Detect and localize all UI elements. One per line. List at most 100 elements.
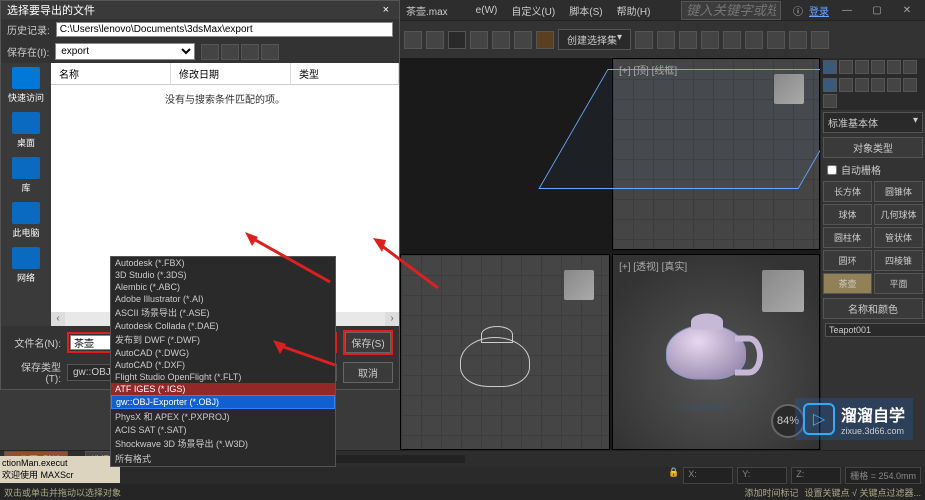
sidebar-libraries[interactable]: 库 [12, 157, 40, 194]
fmt-all[interactable]: 所有格式 [111, 451, 335, 466]
create-tab[interactable] [823, 60, 837, 74]
save-button[interactable]: 保存(S) [345, 332, 391, 353]
filetype-dropdown-list[interactable]: Autodesk (*.FBX) 3D Studio (*.3DS) Alemb… [110, 256, 336, 467]
maxscript-listener[interactable]: ctionMan.execut 欢迎使用 MAXScr [0, 456, 120, 483]
tool-icon[interactable] [514, 31, 532, 49]
tool-icon[interactable] [470, 31, 488, 49]
menu-window[interactable]: e(W) [470, 3, 504, 18]
name-color-rollout[interactable]: 名称和颜色 [823, 298, 923, 319]
close-window-button[interactable]: ✕ [895, 3, 919, 17]
menu-script[interactable]: 脚本(S) [563, 1, 608, 20]
display-tab[interactable] [887, 60, 901, 74]
newfolder-icon[interactable] [241, 44, 259, 60]
coord-x[interactable]: X: [683, 467, 733, 484]
view-cube[interactable] [774, 74, 804, 104]
fmt-ai[interactable]: Adobe Illustrator (*.AI) [111, 293, 335, 305]
geosphere-button[interactable]: 几何球体 [874, 204, 923, 225]
coord-y[interactable]: Y: [737, 467, 787, 484]
dialog-close-button[interactable]: × [379, 4, 393, 16]
box-button[interactable]: 长方体 [823, 181, 872, 202]
tube-button[interactable]: 管状体 [874, 227, 923, 248]
coord-z[interactable]: Z: [791, 467, 841, 484]
selection-set-dropdown[interactable]: 创建选择集▾ [558, 29, 631, 50]
cancel-button[interactable]: 取消 [343, 362, 393, 383]
fmt-pxproj[interactable]: PhysX 和 APEX (*.PXPROJ) [111, 409, 335, 424]
modify-tab[interactable] [839, 60, 853, 74]
object-type-rollout[interactable]: 对象类型 [823, 137, 923, 158]
sidebar-thispc[interactable]: 此电脑 [12, 202, 40, 239]
history-input[interactable] [56, 22, 393, 37]
sidebar-desktop[interactable]: 桌面 [12, 112, 40, 149]
viewport-top[interactable]: [+] [顶] [线框] [612, 58, 820, 250]
dialog-titlebar[interactable]: 选择要导出的文件 × [1, 1, 399, 19]
search-input[interactable] [681, 1, 781, 20]
view-cube[interactable] [762, 270, 804, 312]
col-type[interactable]: 类型 [291, 63, 399, 84]
fmt-ase[interactable]: ASCII 场景导出 (*.ASE) [111, 305, 335, 320]
fmt-flt[interactable]: Flight Studio OpenFlight (*.FLT) [111, 371, 335, 383]
viewport-left[interactable] [400, 254, 610, 450]
viewport-label[interactable]: [+] [透视] [真实] [619, 258, 687, 273]
fmt-igs[interactable]: ATF IGES (*.IGS) [111, 383, 335, 395]
up-icon[interactable] [221, 44, 239, 60]
info-icon[interactable]: ⓘ [793, 3, 803, 18]
back-icon[interactable] [201, 44, 219, 60]
cone-button[interactable]: 圆锥体 [874, 181, 923, 202]
category-dropdown[interactable]: 标准基本体▾ [823, 112, 923, 133]
menu-customize[interactable]: 自定义(U) [505, 1, 561, 20]
viewport-label[interactable]: [+] [顶] [线框] [619, 62, 677, 77]
sphere-button[interactable]: 球体 [823, 204, 872, 225]
fmt-sat[interactable]: ACIS SAT (*.SAT) [111, 424, 335, 436]
minimize-button[interactable]: — [835, 3, 859, 17]
col-name[interactable]: 名称 [51, 63, 171, 84]
render-frame-icon[interactable] [789, 31, 807, 49]
pyramid-button[interactable]: 四棱锥 [874, 250, 923, 271]
tool-icon[interactable] [448, 31, 466, 49]
view-cube[interactable] [564, 270, 594, 300]
lock-icon[interactable]: 🔒 [668, 467, 679, 484]
cylinder-button[interactable]: 圆柱体 [823, 227, 872, 248]
add-time-tag[interactable]: 添加时间标记 [745, 486, 799, 499]
col-date[interactable]: 修改日期 [171, 63, 291, 84]
fmt-w3d[interactable]: Shockwave 3D 场景导出 (*.W3D) [111, 436, 335, 451]
cameras-subtab[interactable] [871, 78, 885, 92]
sidebar-network[interactable]: 网络 [12, 247, 40, 284]
helpers-subtab[interactable] [887, 78, 901, 92]
teapot-button[interactable]: 茶壶 [823, 273, 872, 294]
menu-help[interactable]: 帮助(H) [611, 1, 657, 20]
fmt-dae[interactable]: Autodesk Collada (*.DAE) [111, 320, 335, 332]
plane-button[interactable]: 平面 [874, 273, 923, 294]
align-icon[interactable] [657, 31, 675, 49]
curve-editor-icon[interactable] [701, 31, 719, 49]
fmt-dxf[interactable]: AutoCAD (*.DXF) [111, 359, 335, 371]
fmt-3ds[interactable]: 3D Studio (*.3DS) [111, 269, 335, 281]
layers-icon[interactable] [679, 31, 697, 49]
hierarchy-tab[interactable] [855, 60, 869, 74]
shapes-subtab[interactable] [839, 78, 853, 92]
spacewarps-subtab[interactable] [903, 78, 917, 92]
autogrid-checkbox[interactable] [827, 165, 837, 175]
tool-icon[interactable] [404, 31, 422, 49]
angle-snap-icon[interactable] [492, 31, 510, 49]
utilities-tab[interactable] [903, 60, 917, 74]
maximize-button[interactable]: ▢ [865, 3, 889, 17]
geometry-subtab[interactable] [823, 78, 837, 92]
material-editor-icon[interactable] [745, 31, 763, 49]
schematic-view-icon[interactable] [723, 31, 741, 49]
tool-icon[interactable] [536, 31, 554, 49]
systems-subtab[interactable] [823, 94, 837, 108]
lights-subtab[interactable] [855, 78, 869, 92]
views-icon[interactable] [261, 44, 279, 60]
sidebar-quickaccess[interactable]: 快速访问 [8, 67, 44, 104]
fmt-obj[interactable]: gw::OBJ-Exporter (*.OBJ) [111, 395, 335, 409]
object-name-input[interactable] [825, 323, 925, 337]
render-setup-icon[interactable] [767, 31, 785, 49]
mirror-icon[interactable] [635, 31, 653, 49]
fmt-fbx[interactable]: Autodesk (*.FBX) [111, 257, 335, 269]
savein-dropdown[interactable]: export [55, 43, 195, 60]
render-icon[interactable] [811, 31, 829, 49]
login-link[interactable]: 登录 [809, 3, 829, 18]
key-options[interactable]: 设置关键点 √ 关键点过滤器... [805, 486, 921, 499]
fmt-abc[interactable]: Alembic (*.ABC) [111, 281, 335, 293]
tool-icon[interactable] [426, 31, 444, 49]
